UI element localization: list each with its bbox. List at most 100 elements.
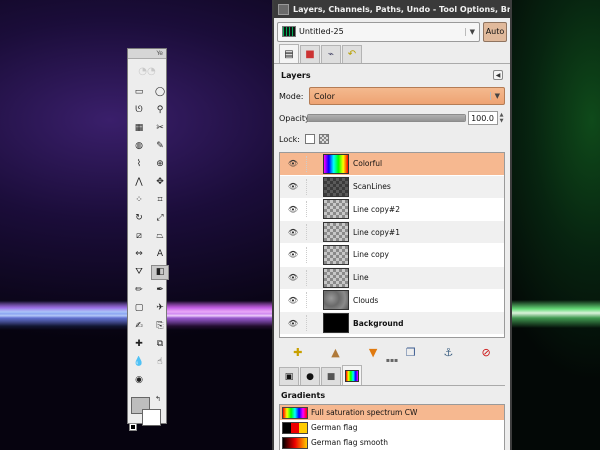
background-color-swatch[interactable] [142, 409, 161, 426]
fuzzy-select-icon[interactable]: ⚲ [151, 103, 169, 118]
mode-value: Color [314, 91, 335, 101]
paths-tab-icon[interactable]: ⌁ [321, 45, 341, 63]
paths-icon[interactable]: ✎ [151, 139, 169, 154]
channels-tab-icon[interactable]: ■ [300, 45, 320, 63]
perspective-clone-icon[interactable]: ⧉ [151, 337, 169, 352]
bucket-fill-icon[interactable]: ⛛ [130, 265, 148, 280]
chain-link-toggle[interactable] [306, 224, 323, 241]
layers-tab-icon[interactable]: ▤ [279, 44, 299, 63]
shear-icon[interactable]: ⧄ [130, 229, 148, 244]
chain-link-toggle[interactable] [306, 315, 323, 332]
eye-visibility-icon[interactable]: 👁 [280, 182, 306, 191]
flip-icon[interactable]: ⇔ [130, 247, 148, 262]
eye-visibility-icon[interactable]: 👁 [280, 250, 306, 259]
eye-visibility-icon[interactable]: 👁 [280, 296, 306, 305]
eye-visibility-icon[interactable]: 👁 [280, 228, 306, 237]
layer-row[interactable]: 👁 Line [280, 266, 504, 290]
layers-panel: Layers ◀ Mode: Color ▼ Opacity: 100.0 ▲ ▼… [279, 66, 505, 364]
layer-name: Colorful [353, 159, 383, 169]
layer-row[interactable]: 👁 ScanLines [280, 175, 504, 199]
foreground-select-icon[interactable]: ◍ [130, 139, 148, 154]
measure-icon[interactable]: ⋀ [130, 175, 148, 190]
airbrush-icon[interactable]: ✈ [151, 301, 169, 316]
chain-link-toggle[interactable] [306, 292, 323, 309]
pencil-icon[interactable]: ✏ [130, 283, 148, 298]
eye-visibility-icon[interactable]: 👁 [280, 205, 306, 214]
layers-panel-header: Layers ◀ [279, 66, 505, 84]
duplicate-icon: ❐ [405, 345, 416, 359]
clone-icon[interactable]: ⎘ [151, 319, 169, 334]
chain-link-toggle[interactable] [306, 201, 323, 218]
gradient-row[interactable]: German flag smooth [280, 435, 504, 450]
layer-row[interactable]: 👁 Line copy#2 [280, 199, 504, 222]
text-icon[interactable]: A [151, 247, 169, 262]
brushes-tab-icon[interactable]: ▣ [279, 367, 299, 385]
crop-icon[interactable]: ⌗ [151, 193, 169, 208]
rect-select-icon[interactable]: ▭ [130, 85, 148, 100]
layer-row[interactable]: 👁 Line copy [280, 244, 504, 267]
chevron-down-icon[interactable]: ▼ [489, 92, 500, 100]
align-icon[interactable]: ⁘ [130, 193, 148, 208]
perspective-icon[interactable]: ⏢ [151, 229, 169, 244]
fonts-tab-icon[interactable]: ■ [321, 367, 341, 385]
image-selector-combo[interactable]: Untitled-25 ▼ [277, 21, 480, 42]
image-thumbnail [282, 26, 296, 37]
wallpaper-light-streak [166, 300, 276, 330]
gradient-row[interactable]: Full saturation spectrum CW [280, 405, 504, 420]
ink-icon[interactable]: ✍ [130, 319, 148, 334]
zoom-icon[interactable]: ⊕ [151, 157, 169, 172]
layer-name: ScanLines [353, 182, 391, 192]
layer-row[interactable]: 👁 Line copy#1 [280, 221, 504, 244]
blur-icon[interactable]: 💧 [130, 355, 148, 370]
lock-alpha-icon[interactable] [319, 134, 329, 144]
lock-pixels-checkbox[interactable] [305, 134, 315, 144]
layer-row[interactable]: 👁 Background [280, 312, 504, 335]
layer-thumbnail [323, 176, 349, 197]
image-name: Untitled-25 [299, 27, 344, 36]
eye-visibility-icon[interactable]: 👁 [280, 319, 306, 328]
undo-tab-icon[interactable]: ↶ [342, 45, 362, 63]
blend-icon[interactable]: ◧ [151, 265, 169, 280]
heal-icon[interactable]: ✚ [130, 337, 148, 352]
mode-select[interactable]: Color ▼ [309, 87, 505, 105]
chain-link-toggle[interactable] [306, 155, 323, 172]
free-select-icon[interactable]: ᘎ [130, 103, 148, 118]
paintbrush-icon[interactable]: ✒ [151, 283, 169, 298]
gradients-tab-icon[interactable] [342, 365, 362, 385]
panel-menu-icon[interactable]: ◀ [493, 70, 503, 80]
layer-row[interactable]: 👁 Colorful [280, 153, 504, 176]
chain-link-toggle[interactable] [306, 178, 323, 195]
lock-label: Lock: [279, 134, 300, 144]
gradient-row[interactable]: German flag [280, 420, 504, 435]
layer-name: Line copy#2 [353, 204, 400, 214]
chain-link-toggle[interactable] [306, 246, 323, 263]
default-colors-icon[interactable] [129, 423, 137, 431]
wallpaper-light-streak [0, 300, 130, 330]
patterns-tab-icon[interactable]: ● [300, 367, 320, 385]
dodge-burn-icon[interactable]: ◉ [130, 373, 148, 388]
smudge-icon[interactable]: ☝ [151, 355, 169, 370]
toolbox-titlebar[interactable]: Ye [128, 49, 166, 59]
swap-colors-icon[interactable]: ↰ [155, 395, 161, 403]
ellipse-select-icon[interactable]: ◯ [151, 85, 169, 100]
eye-visibility-icon[interactable]: 👁 [280, 273, 306, 282]
layer-row[interactable]: 👁 Clouds [280, 290, 504, 313]
opacity-input[interactable]: 100.0 [468, 111, 498, 125]
dock-title-text: Layers, Channels, Paths, Undo - Tool Opt… [293, 4, 510, 14]
chain-link-toggle[interactable] [306, 269, 323, 286]
chevron-down-icon[interactable]: ▼ [464, 27, 475, 36]
color-picker-icon[interactable]: ⌇ [130, 157, 148, 172]
scale-icon[interactable]: ⤢ [151, 211, 169, 226]
auto-button[interactable]: Auto [483, 21, 507, 42]
eye-visibility-icon[interactable]: 👁 [280, 159, 306, 168]
new-layer-icon: ✚ [293, 345, 303, 359]
select-by-color-icon[interactable]: ▦ [130, 121, 148, 136]
scissors-icon[interactable]: ✂ [151, 121, 169, 136]
eraser-icon[interactable]: ▢ [130, 301, 148, 316]
dock-titlebar[interactable]: Layers, Channels, Paths, Undo - Tool Opt… [274, 0, 510, 18]
opacity-spinner[interactable]: ▲ ▼ [498, 112, 505, 124]
layer-thumbnail [323, 313, 349, 334]
move-icon[interactable]: ✥ [151, 175, 169, 190]
rotate-icon[interactable]: ↻ [130, 211, 148, 226]
opacity-slider[interactable] [307, 114, 466, 122]
